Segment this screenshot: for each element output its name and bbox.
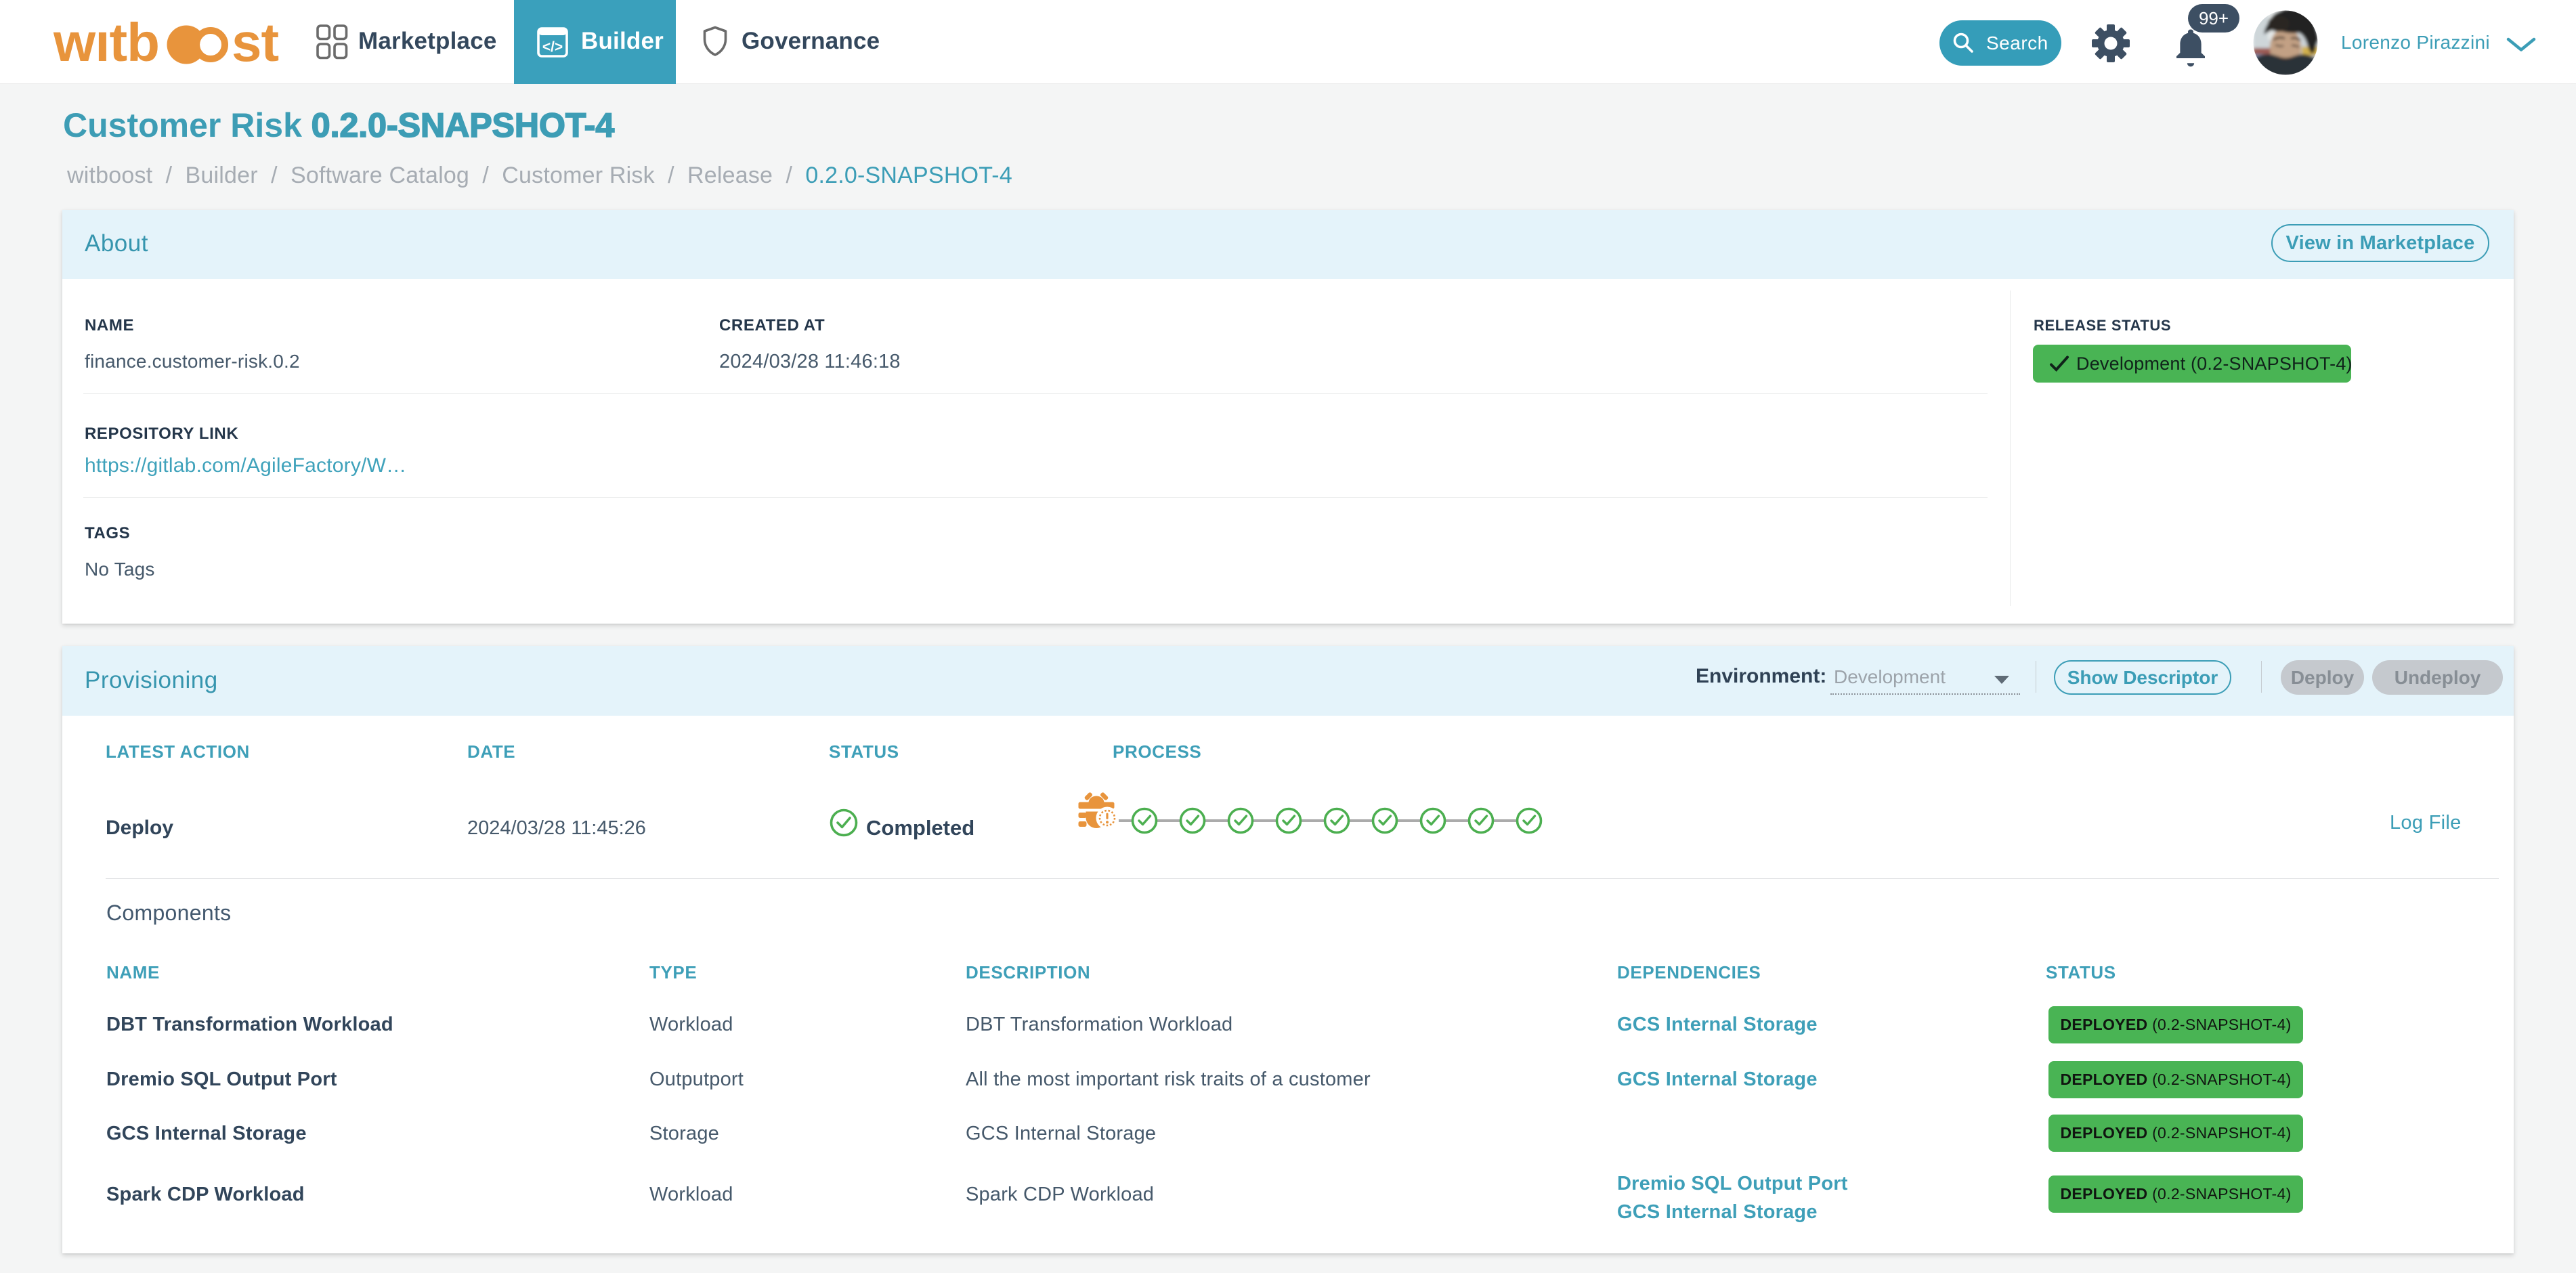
svg-text:wıtb: wıtb xyxy=(53,12,159,72)
svg-text:st: st xyxy=(232,12,278,72)
svg-text:</>: </> xyxy=(542,39,563,55)
